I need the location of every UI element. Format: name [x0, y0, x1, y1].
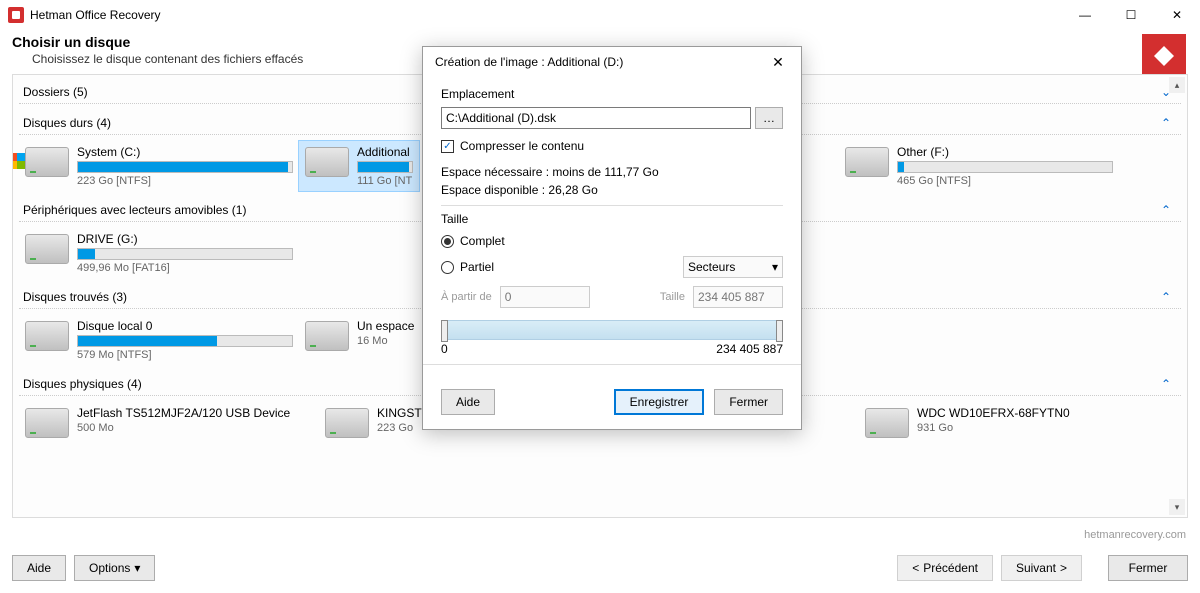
range-slider[interactable] — [441, 320, 783, 340]
sectors-label: Secteurs — [688, 260, 735, 274]
radio-icon — [441, 261, 454, 274]
radio-full-label: Complet — [460, 234, 505, 248]
radio-partial-label: Partiel — [460, 260, 494, 274]
slider-handle-left[interactable] — [441, 320, 448, 342]
browse-button[interactable]: … — [755, 107, 783, 129]
create-image-dialog: Création de l'image : Additional (D:) ✕ … — [422, 46, 802, 430]
radio-partial[interactable]: Partiel Secteurs ▾ — [441, 256, 783, 278]
dialog-title: Création de l'image : Additional (D:) — [435, 55, 623, 69]
save-button[interactable]: Enregistrer — [614, 389, 705, 415]
dialog-titlebar: Création de l'image : Additional (D:) ✕ — [423, 47, 801, 77]
compress-checkbox[interactable]: ✓ Compresser le contenu — [441, 139, 783, 153]
slider-min: 0 — [441, 342, 448, 356]
from-input[interactable] — [500, 286, 590, 308]
size-input[interactable] — [693, 286, 783, 308]
caret-down-icon: ▾ — [772, 260, 778, 274]
sectors-select[interactable]: Secteurs ▾ — [683, 256, 783, 278]
size-group-label: Taille — [441, 212, 783, 226]
compress-label: Compresser le contenu — [460, 139, 584, 153]
location-label: Emplacement — [441, 87, 783, 101]
from-label: À partir de — [441, 291, 492, 303]
radio-full[interactable]: Complet — [441, 234, 783, 248]
dialog-close-btn[interactable]: Fermer — [714, 389, 783, 415]
space-needed: Espace nécessaire : moins de 111,77 Go — [441, 165, 783, 179]
dialog-close-button[interactable]: ✕ — [763, 47, 793, 77]
radio-icon — [441, 235, 454, 248]
modal-overlay: Création de l'image : Additional (D:) ✕ … — [0, 0, 1200, 593]
checkbox-icon: ✓ — [441, 140, 454, 153]
space-available: Espace disponible : 26,28 Go — [441, 183, 783, 197]
slider-handle-right[interactable] — [776, 320, 783, 342]
path-input[interactable] — [441, 107, 751, 129]
slider-max: 234 405 887 — [716, 342, 783, 356]
dialog-help-button[interactable]: Aide — [441, 389, 495, 415]
size-label: Taille — [660, 291, 685, 303]
